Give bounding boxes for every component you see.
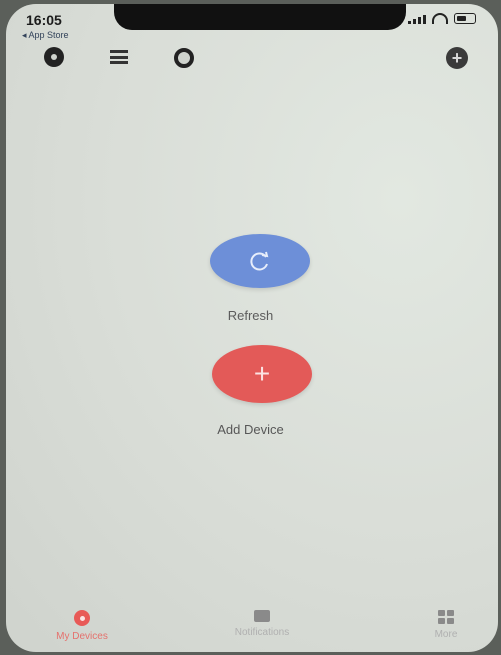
record-icon[interactable] xyxy=(44,47,64,67)
refresh-button[interactable] xyxy=(210,234,310,288)
status-indicators xyxy=(408,13,476,24)
add-device-button[interactable]: + xyxy=(212,345,312,403)
grid-icon xyxy=(438,610,454,624)
refresh-icon xyxy=(250,251,269,271)
ring-icon[interactable] xyxy=(174,48,194,68)
tab-label: Notifications xyxy=(234,627,290,638)
tab-label: My Devices xyxy=(56,631,108,642)
devices-icon xyxy=(74,610,90,626)
status-time: 16:05 xyxy=(26,12,62,28)
refresh-label: Refresh xyxy=(227,308,274,323)
plus-icon: + xyxy=(253,358,271,389)
add-device-label: Add Device xyxy=(217,422,284,437)
add-icon[interactable]: + xyxy=(446,47,468,69)
list-icon[interactable] xyxy=(110,50,128,64)
tab-notifications[interactable]: Notifications xyxy=(202,610,322,638)
back-to-app-store-link[interactable]: ◂ App Store xyxy=(22,30,69,41)
tab-bar: My Devices Notifications More xyxy=(6,602,498,652)
tab-more[interactable]: More xyxy=(386,610,498,640)
wifi-icon xyxy=(432,13,448,24)
top-toolbar: + xyxy=(6,47,498,69)
mail-icon xyxy=(254,610,270,622)
signal-icon xyxy=(408,14,426,24)
tab-my-devices[interactable]: My Devices xyxy=(22,610,142,642)
battery-icon xyxy=(454,13,476,24)
notch xyxy=(114,4,406,30)
tab-label: More xyxy=(434,629,458,640)
phone-screen: 16:05 ◂ App Store + Refresh + Add Device… xyxy=(6,4,498,652)
